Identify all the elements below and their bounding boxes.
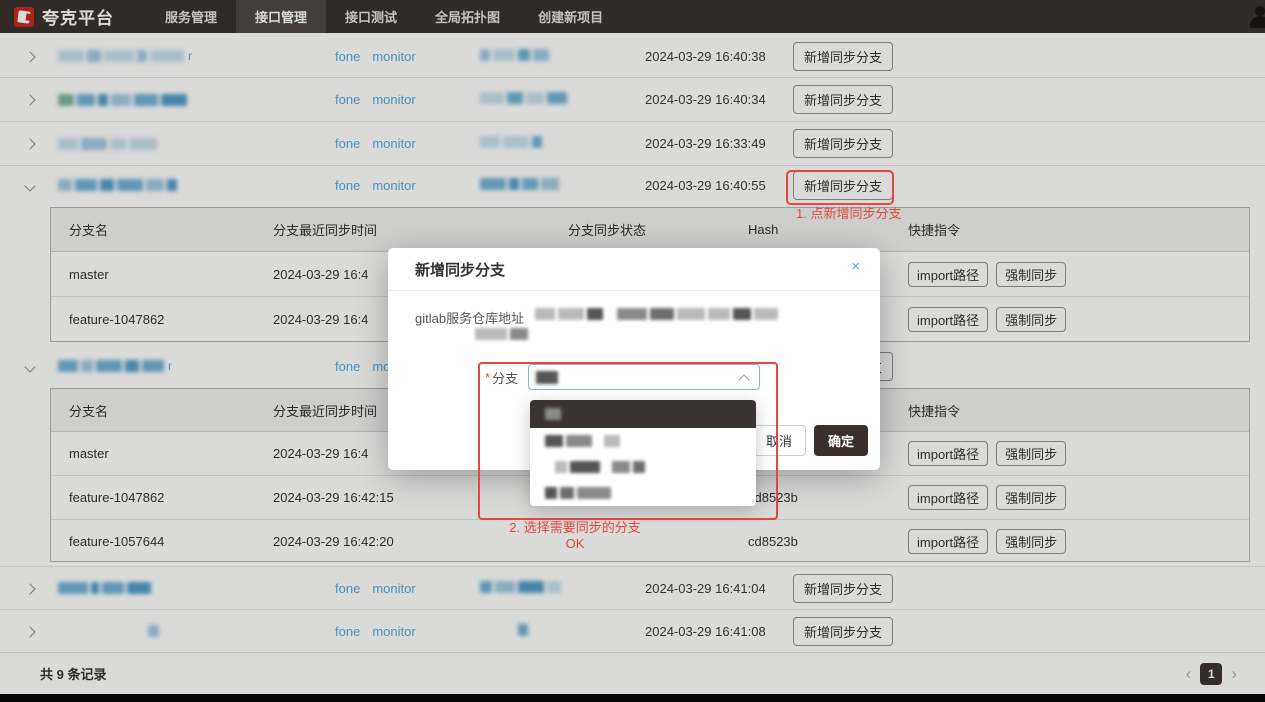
gitlab-repo-row: gitlab服务仓库地址 — [415, 308, 778, 340]
branch-select[interactable] — [528, 364, 760, 390]
dropdown-option[interactable] — [530, 428, 756, 454]
modal-title: 新增同步分支 — [415, 259, 505, 280]
dropdown-option[interactable] — [530, 480, 756, 506]
annotation-ok-label: OK — [566, 536, 585, 551]
branch-label: 分支 — [492, 368, 518, 387]
cancel-button[interactable]: 取消 — [752, 425, 806, 456]
annotation-text-step1: 1. 点新增同步分支 — [796, 203, 901, 222]
close-icon[interactable]: × — [851, 259, 860, 274]
chevron-up-icon — [738, 374, 749, 385]
annotation-text-step2: 2. 选择需要同步的分支 OK — [495, 520, 655, 552]
modal-header: 新增同步分支 × — [388, 248, 880, 291]
annotation-step2-line: 2. 选择需要同步的分支 — [509, 520, 640, 535]
branch-field-row: * 分支 — [485, 364, 760, 390]
bottom-letterbox-bar — [0, 694, 1265, 702]
app-window: 夸克平台 服务管理 接口管理 接口测试 全局拓扑图 创建新项目 r fonemo… — [0, 0, 1265, 702]
modal-footer: 取消 确定 — [752, 425, 868, 456]
branch-dropdown — [530, 400, 756, 506]
dropdown-option-selected[interactable] — [530, 400, 756, 428]
confirm-button[interactable]: 确定 — [814, 425, 868, 456]
gitlab-repo-value-redacted — [535, 308, 778, 340]
required-mark: * — [485, 370, 490, 385]
dropdown-option[interactable] — [530, 454, 756, 480]
